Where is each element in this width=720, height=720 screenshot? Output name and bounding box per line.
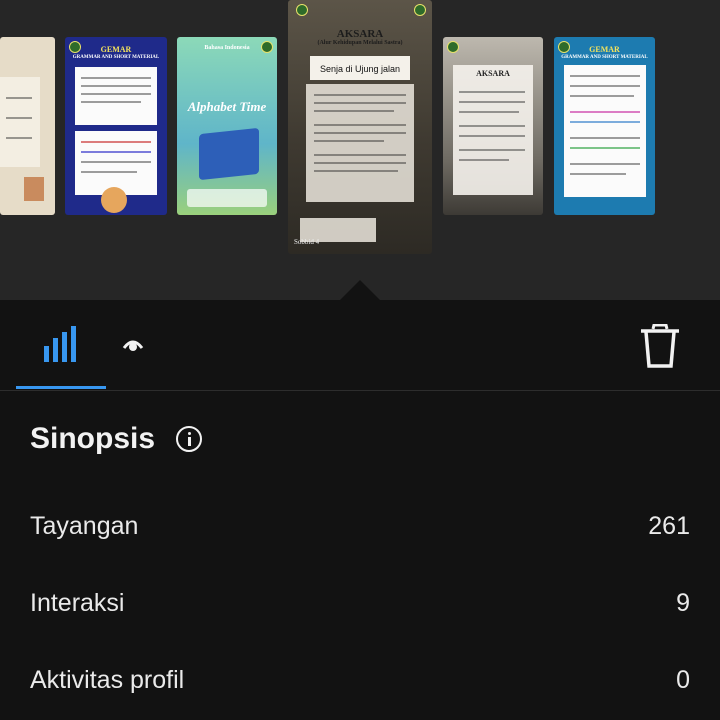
story-carousel: GEMAR GRAMMAR AND SHORT MATERIAL Bahasa … bbox=[0, 0, 720, 300]
story-thumbnail-0[interactable] bbox=[0, 37, 55, 215]
story-subtitle: GRAMMAR AND SHORT MATERIAL bbox=[561, 55, 648, 60]
story-thumbnail-2[interactable]: Bahasa Indonesia Alphabet Time bbox=[177, 37, 277, 215]
tab-bar bbox=[0, 300, 720, 391]
story-thumbnail-4[interactable]: AKSARA bbox=[443, 37, 543, 215]
metric-row-interactions: Interaksi 9 bbox=[30, 583, 690, 623]
metric-value: 9 bbox=[676, 589, 690, 617]
logo-badge bbox=[296, 4, 308, 16]
story-title: GEMAR bbox=[100, 45, 132, 54]
metric-label: Interaksi bbox=[30, 589, 125, 617]
story-subtitle: Alphabet Time bbox=[187, 99, 267, 114]
eye-icon bbox=[122, 340, 144, 351]
insights-panel: Sinopsis Tayangan 261 Interaksi 9 Aktivi… bbox=[0, 300, 720, 720]
section-title: Sinopsis bbox=[30, 422, 156, 455]
panel-pointer bbox=[340, 280, 380, 300]
story-title: GEMAR bbox=[589, 45, 620, 54]
story-subtitle: GRAMMAR AND SHORT MATERIAL bbox=[72, 55, 160, 60]
metric-row-views: Tayangan 261 bbox=[30, 506, 690, 546]
story-thumbnail-current[interactable]: AKSARA (Alur Kehidupan Melalui Sastra) S… bbox=[288, 0, 432, 254]
metric-row-profile-activity: Aktivitas profil 0 bbox=[30, 660, 690, 700]
metric-label: Tayangan bbox=[30, 512, 139, 540]
tab-viewers[interactable] bbox=[110, 300, 160, 386]
story-title: Bahasa Indonesia bbox=[204, 45, 250, 51]
story-footer: Sobbid 4 bbox=[294, 238, 320, 246]
story-headline: Senja di Ujung jalan bbox=[319, 64, 401, 74]
bar-chart-icon bbox=[44, 326, 76, 362]
logo-badge bbox=[414, 4, 426, 16]
metric-value: 0 bbox=[676, 666, 690, 694]
tab-insights[interactable] bbox=[16, 300, 106, 386]
story-title: AKSARA bbox=[476, 69, 510, 78]
metric-label: Aktivitas profil bbox=[30, 666, 185, 694]
info-icon[interactable] bbox=[176, 426, 202, 452]
story-title: AKSARA bbox=[336, 28, 384, 40]
delete-button[interactable] bbox=[630, 318, 690, 374]
logo-badge bbox=[447, 41, 459, 53]
active-tab-indicator bbox=[16, 386, 106, 389]
story-subtitle: (Alur Kehidupan Melalui Sastra) bbox=[317, 40, 403, 46]
story-thumbnail-1[interactable]: GEMAR GRAMMAR AND SHORT MATERIAL bbox=[65, 37, 167, 215]
story-thumbnail-5[interactable]: GEMAR GRAMMAR AND SHORT MATERIAL bbox=[554, 37, 655, 215]
metric-value: 261 bbox=[648, 512, 690, 540]
trash-icon bbox=[641, 324, 679, 368]
